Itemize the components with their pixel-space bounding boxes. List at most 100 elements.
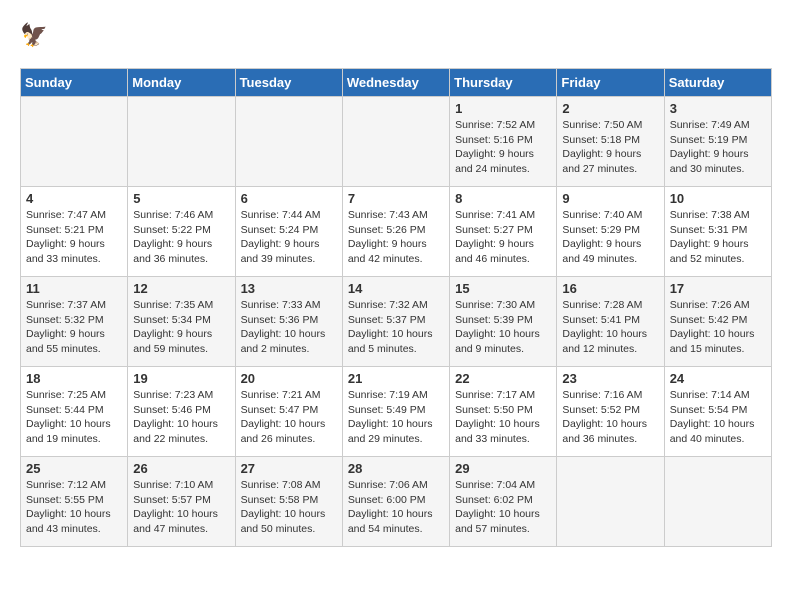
calendar-week-1: 1 Sunrise: 7:52 AM Sunset: 5:16 PM Daylig… (21, 97, 772, 187)
day-number: 19 (133, 371, 229, 386)
day-content: Sunrise: 7:41 AM Sunset: 5:27 PM Dayligh… (455, 208, 551, 267)
calendar-header-row: SundayMondayTuesdayWednesdayThursdayFrid… (21, 69, 772, 97)
day-content: Sunrise: 7:08 AM Sunset: 5:58 PM Dayligh… (241, 478, 337, 537)
day-number: 17 (670, 281, 766, 296)
day-content: Sunrise: 7:47 AM Sunset: 5:21 PM Dayligh… (26, 208, 122, 267)
calendar-cell: 19 Sunrise: 7:23 AM Sunset: 5:46 PM Dayli… (128, 367, 235, 457)
header-day-monday: Monday (128, 69, 235, 97)
calendar-cell: 1 Sunrise: 7:52 AM Sunset: 5:16 PM Daylig… (450, 97, 557, 187)
day-content: Sunrise: 7:49 AM Sunset: 5:19 PM Dayligh… (670, 118, 766, 177)
calendar-cell (557, 457, 664, 547)
day-number: 16 (562, 281, 658, 296)
day-content: Sunrise: 7:44 AM Sunset: 5:24 PM Dayligh… (241, 208, 337, 267)
calendar-cell: 18Sunrise: 7:25 AM Sunset: 5:44 PM Dayli… (21, 367, 128, 457)
day-content: Sunrise: 7:14 AM Sunset: 5:54 PM Dayligh… (670, 388, 766, 447)
day-content: Sunrise: 7:30 AM Sunset: 5:39 PM Dayligh… (455, 298, 551, 357)
day-number: 25 (26, 461, 122, 476)
calendar-cell: 10Sunrise: 7:38 AM Sunset: 5:31 PM Dayli… (664, 187, 771, 277)
day-number: 6 (241, 191, 337, 206)
day-content: Sunrise: 7:12 AM Sunset: 5:55 PM Dayligh… (26, 478, 122, 537)
day-number: 8 (455, 191, 551, 206)
header-day-tuesday: Tuesday (235, 69, 342, 97)
day-number: 21 (348, 371, 444, 386)
day-number: 28 (348, 461, 444, 476)
calendar-cell: 8 Sunrise: 7:41 AM Sunset: 5:27 PM Daylig… (450, 187, 557, 277)
day-number: 7 (348, 191, 444, 206)
calendar-cell: 14 Sunrise: 7:32 AM Sunset: 5:37 PM Dayli… (342, 277, 449, 367)
calendar-table: SundayMondayTuesdayWednesdayThursdayFrid… (20, 68, 772, 547)
calendar-cell (664, 457, 771, 547)
day-content: Sunrise: 7:35 AM Sunset: 5:34 PM Dayligh… (133, 298, 229, 357)
day-number: 29 (455, 461, 551, 476)
calendar-cell (21, 97, 128, 187)
calendar-week-3: 11 Sunrise: 7:37 AM Sunset: 5:32 PM Dayli… (21, 277, 772, 367)
day-number: 11 (26, 281, 122, 296)
calendar-cell: 28 Sunrise: 7:06 AM Sunset: 6:00 PM Dayli… (342, 457, 449, 547)
day-content: Sunrise: 7:43 AM Sunset: 5:26 PM Dayligh… (348, 208, 444, 267)
day-content: Sunrise: 7:52 AM Sunset: 5:16 PM Dayligh… (455, 118, 551, 177)
day-number: 5 (133, 191, 229, 206)
calendar-cell: 11 Sunrise: 7:37 AM Sunset: 5:32 PM Dayli… (21, 277, 128, 367)
calendar-cell: 27Sunrise: 7:08 AM Sunset: 5:58 PM Dayli… (235, 457, 342, 547)
logo-icon: 🦅 (20, 20, 52, 52)
header-day-wednesday: Wednesday (342, 69, 449, 97)
day-content: Sunrise: 7:19 AM Sunset: 5:49 PM Dayligh… (348, 388, 444, 447)
day-content: Sunrise: 7:04 AM Sunset: 6:02 PM Dayligh… (455, 478, 551, 537)
header-day-sunday: Sunday (21, 69, 128, 97)
day-number: 14 (348, 281, 444, 296)
day-content: Sunrise: 7:28 AM Sunset: 5:41 PM Dayligh… (562, 298, 658, 357)
day-number: 4 (26, 191, 122, 206)
calendar-cell: 24 Sunrise: 7:14 AM Sunset: 5:54 PM Dayli… (664, 367, 771, 457)
day-number: 3 (670, 101, 766, 116)
calendar-cell: 3 Sunrise: 7:49 AM Sunset: 5:19 PM Daylig… (664, 97, 771, 187)
calendar-cell: 20Sunrise: 7:21 AM Sunset: 5:47 PM Dayli… (235, 367, 342, 457)
calendar-cell: 17 Sunrise: 7:26 AM Sunset: 5:42 PM Dayli… (664, 277, 771, 367)
day-content: Sunrise: 7:32 AM Sunset: 5:37 PM Dayligh… (348, 298, 444, 357)
page-header: 🦅 (20, 20, 772, 52)
header-day-saturday: Saturday (664, 69, 771, 97)
calendar-cell: 9 Sunrise: 7:40 AM Sunset: 5:29 PM Daylig… (557, 187, 664, 277)
calendar-cell: 22 Sunrise: 7:17 AM Sunset: 5:50 PM Dayli… (450, 367, 557, 457)
day-content: Sunrise: 7:26 AM Sunset: 5:42 PM Dayligh… (670, 298, 766, 357)
logo: 🦅 (20, 20, 56, 52)
day-content: Sunrise: 7:40 AM Sunset: 5:29 PM Dayligh… (562, 208, 658, 267)
calendar-cell: 16 Sunrise: 7:28 AM Sunset: 5:41 PM Dayli… (557, 277, 664, 367)
day-number: 18 (26, 371, 122, 386)
calendar-cell: 21 Sunrise: 7:19 AM Sunset: 5:49 PM Dayli… (342, 367, 449, 457)
day-content: Sunrise: 7:33 AM Sunset: 5:36 PM Dayligh… (241, 298, 337, 357)
header-day-friday: Friday (557, 69, 664, 97)
day-content: Sunrise: 7:23 AM Sunset: 5:46 PM Dayligh… (133, 388, 229, 447)
day-content: Sunrise: 7:10 AM Sunset: 5:57 PM Dayligh… (133, 478, 229, 537)
calendar-cell: 26Sunrise: 7:10 AM Sunset: 5:57 PM Dayli… (128, 457, 235, 547)
day-content: Sunrise: 7:06 AM Sunset: 6:00 PM Dayligh… (348, 478, 444, 537)
calendar-cell: 25 Sunrise: 7:12 AM Sunset: 5:55 PM Dayli… (21, 457, 128, 547)
day-number: 12 (133, 281, 229, 296)
day-content: Sunrise: 7:17 AM Sunset: 5:50 PM Dayligh… (455, 388, 551, 447)
day-number: 20 (241, 371, 337, 386)
calendar-cell (342, 97, 449, 187)
day-content: Sunrise: 7:37 AM Sunset: 5:32 PM Dayligh… (26, 298, 122, 357)
day-number: 15 (455, 281, 551, 296)
calendar-cell: 12 Sunrise: 7:35 AM Sunset: 5:34 PM Dayli… (128, 277, 235, 367)
calendar-cell (128, 97, 235, 187)
day-number: 22 (455, 371, 551, 386)
day-number: 1 (455, 101, 551, 116)
calendar-cell: 4 Sunrise: 7:47 AM Sunset: 5:21 PM Daylig… (21, 187, 128, 277)
calendar-cell: 7 Sunrise: 7:43 AM Sunset: 5:26 PM Daylig… (342, 187, 449, 277)
calendar-cell (235, 97, 342, 187)
calendar-week-2: 4 Sunrise: 7:47 AM Sunset: 5:21 PM Daylig… (21, 187, 772, 277)
calendar-cell: 23 Sunrise: 7:16 AM Sunset: 5:52 PM Dayli… (557, 367, 664, 457)
day-number: 2 (562, 101, 658, 116)
day-content: Sunrise: 7:16 AM Sunset: 5:52 PM Dayligh… (562, 388, 658, 447)
calendar-cell: 5Sunrise: 7:46 AM Sunset: 5:22 PM Daylig… (128, 187, 235, 277)
svg-text:🦅: 🦅 (20, 21, 48, 47)
calendar-cell: 13Sunrise: 7:33 AM Sunset: 5:36 PM Dayli… (235, 277, 342, 367)
calendar-cell: 2 Sunrise: 7:50 AM Sunset: 5:18 PM Daylig… (557, 97, 664, 187)
calendar-cell: 6 Sunrise: 7:44 AM Sunset: 5:24 PM Daylig… (235, 187, 342, 277)
calendar-week-5: 25 Sunrise: 7:12 AM Sunset: 5:55 PM Dayli… (21, 457, 772, 547)
day-number: 9 (562, 191, 658, 206)
day-number: 23 (562, 371, 658, 386)
day-number: 24 (670, 371, 766, 386)
day-content: Sunrise: 7:50 AM Sunset: 5:18 PM Dayligh… (562, 118, 658, 177)
calendar-week-4: 18Sunrise: 7:25 AM Sunset: 5:44 PM Dayli… (21, 367, 772, 457)
